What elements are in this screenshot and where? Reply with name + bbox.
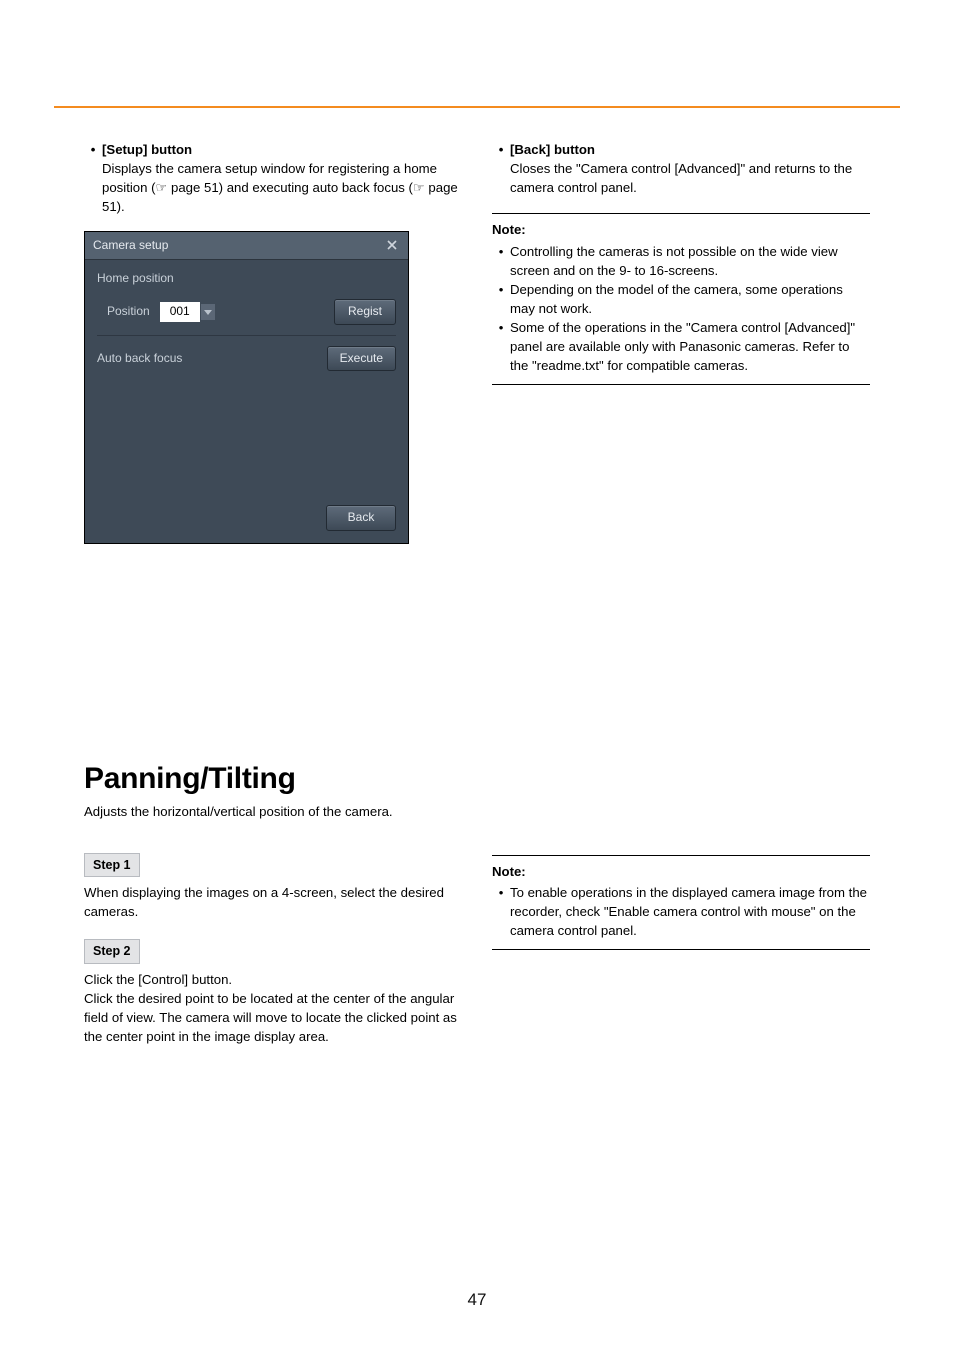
note-box-top: Note: • Controlling the cameras is not p… (492, 213, 870, 384)
right-column: • [Back] button Closes the "Camera contr… (492, 140, 870, 544)
bullet-dot: • (492, 318, 510, 375)
bullet-dot: • (492, 140, 510, 197)
chevron-down-icon[interactable] (201, 304, 215, 320)
back-button-panel[interactable]: Back (326, 505, 396, 530)
step-1-label: Step 1 (84, 853, 140, 877)
camera-setup-title: Camera setup (93, 237, 168, 254)
section2-left-column: Step 1 When displaying the images on a 4… (84, 853, 462, 1046)
note-item-1: To enable operations in the displayed ca… (510, 883, 870, 940)
regist-button[interactable]: Regist (334, 299, 396, 324)
execute-button[interactable]: Execute (327, 346, 396, 371)
setup-button-desc: Displays the camera setup window for reg… (102, 159, 462, 216)
setup-button-heading: [Setup] button (102, 140, 462, 159)
close-icon[interactable] (384, 237, 400, 253)
step-2-label: Step 2 (84, 939, 140, 963)
section-title: Panning/Tilting (84, 762, 870, 796)
section2-right-column: Note: • To enable operations in the disp… (492, 853, 870, 1046)
note-item-2: Depending on the model of the camera, so… (510, 280, 870, 318)
back-button-desc: Closes the "Camera control [Advanced]" a… (510, 159, 870, 197)
step-2-rest: Click the desired point to be located at… (84, 989, 462, 1046)
note-item-3: Some of the operations in the "Camera co… (510, 318, 870, 375)
top-divider (54, 106, 900, 108)
position-value: 001 (160, 302, 200, 321)
note-box-bottom: Note: • To enable operations in the disp… (492, 855, 870, 950)
bullet-dot: • (492, 242, 510, 280)
note-heading: Note: (492, 862, 870, 881)
step-1-text: When displaying the images on a 4-screen… (84, 883, 462, 921)
bullet-dot: • (492, 883, 510, 940)
note-item-1: Controlling the cameras is not possible … (510, 242, 870, 280)
bullet-dot: • (492, 280, 510, 318)
home-position-label: Home position (97, 270, 396, 287)
position-label: Position (107, 303, 150, 320)
step-2-line1: Click the [Control] button. (84, 970, 462, 989)
section-subdesc: Adjusts the horizontal/vertical position… (84, 804, 870, 819)
bullet-dot: • (84, 140, 102, 217)
camera-setup-titlebar: Camera setup (85, 232, 408, 260)
camera-setup-panel: Camera setup Home position Position 001 (84, 231, 409, 544)
page-number: 47 (0, 1290, 954, 1310)
note-heading: Note: (492, 220, 870, 239)
left-column: • [Setup] button Displays the camera set… (84, 140, 462, 544)
panel-separator (97, 335, 396, 336)
position-select[interactable]: 001 (160, 302, 215, 321)
auto-back-focus-label: Auto back focus (97, 350, 182, 367)
back-button-heading: [Back] button (510, 140, 870, 159)
